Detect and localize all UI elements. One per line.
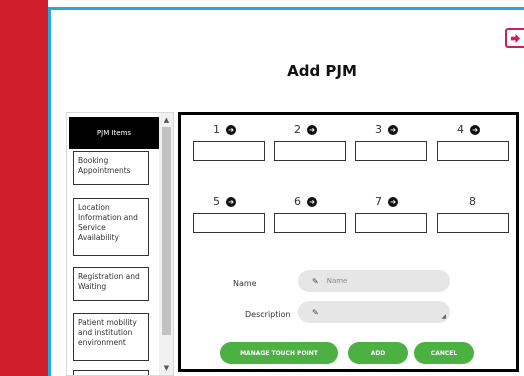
arrow-circle-right-icon[interactable]: ➜ (226, 124, 236, 135)
list-item-patient-mobility[interactable]: Patient mobility and institution environ… (73, 313, 149, 361)
list-item-partial[interactable] (73, 370, 149, 375)
slot-7-box[interactable] (355, 213, 427, 233)
add-button[interactable]: ADD (348, 342, 408, 364)
scrollbar-thumb[interactable] (162, 127, 171, 335)
page-title: Add PJM (287, 62, 357, 80)
name-placeholder: Name (326, 277, 348, 285)
manage-touch-point-button[interactable]: MANAGE TOUCH POINT (220, 342, 338, 364)
slot-3-box[interactable] (355, 141, 427, 161)
pencil-icon: ✎ (312, 276, 319, 286)
logout-button[interactable] (505, 28, 524, 48)
list-item-location[interactable]: Location Information and Service Availab… (73, 198, 149, 256)
slot-4-box[interactable] (437, 141, 509, 161)
slot-2-header: 2 ➜ (294, 123, 317, 136)
scroll-up-icon[interactable]: ▲ (162, 115, 171, 125)
logout-arrow-icon (510, 33, 521, 43)
arrow-circle-right-icon[interactable]: ➜ (307, 196, 317, 207)
list-header: PJM Items (69, 117, 159, 149)
slot-1-number: 1 (213, 123, 220, 136)
frame-border-top (48, 7, 524, 10)
description-label: Description (245, 310, 291, 319)
arrow-circle-right-icon[interactable]: ➜ (226, 196, 236, 207)
pjm-items-list[interactable]: PJM Items Booking Appointments Location … (66, 112, 174, 376)
slot-8-box[interactable] (437, 213, 509, 233)
slot-2-box[interactable] (274, 141, 346, 161)
arrow-circle-right-icon[interactable]: ➜ (470, 124, 480, 135)
name-label: Name (233, 279, 257, 288)
resize-handle-icon[interactable]: ◢ (441, 313, 446, 320)
slot-5-box[interactable] (193, 213, 265, 233)
list-item-registration[interactable]: Registration and Waiting (73, 267, 149, 301)
slot-1-box[interactable] (193, 141, 265, 161)
list-item-booking[interactable]: Booking Appointments (73, 151, 149, 185)
arrow-circle-right-icon[interactable]: ➜ (388, 124, 398, 135)
app-sidebar (0, 0, 48, 376)
slot-3-header: 3 ➜ (375, 123, 398, 136)
slot-6-header: 6 ➜ (294, 195, 317, 208)
arrow-circle-right-icon[interactable]: ➜ (307, 124, 317, 135)
slot-4-header: 4 ➜ (457, 123, 480, 136)
description-input[interactable]: ✎ ◢ (298, 301, 450, 323)
pencil-icon: ✎ (312, 307, 319, 317)
scroll-down-icon[interactable]: ▼ (162, 363, 171, 373)
touch-point-panel: 1 ➜ 2 ➜ 3 ➜ 4 ➜ 5 ➜ 6 ➜ 7 ➜ 8 Name ✎ Nam… (178, 112, 519, 372)
slot-1-header: 1 ➜ (213, 123, 236, 136)
slot-2-number: 2 (294, 123, 301, 136)
slot-8-header: 8 (469, 195, 476, 208)
slot-7-header: 7 ➜ (375, 195, 398, 208)
slot-5-header: 5 ➜ (213, 195, 236, 208)
slot-5-number: 5 (213, 195, 220, 208)
cancel-button[interactable]: CANCEL (414, 342, 474, 364)
slot-8-number: 8 (469, 195, 476, 208)
slot-6-box[interactable] (274, 213, 346, 233)
slot-3-number: 3 (375, 123, 382, 136)
arrow-circle-right-icon[interactable]: ➜ (388, 196, 398, 207)
slot-6-number: 6 (294, 195, 301, 208)
slot-4-number: 4 (457, 123, 464, 136)
slot-7-number: 7 (375, 195, 382, 208)
name-input[interactable]: ✎ Name (298, 270, 450, 292)
